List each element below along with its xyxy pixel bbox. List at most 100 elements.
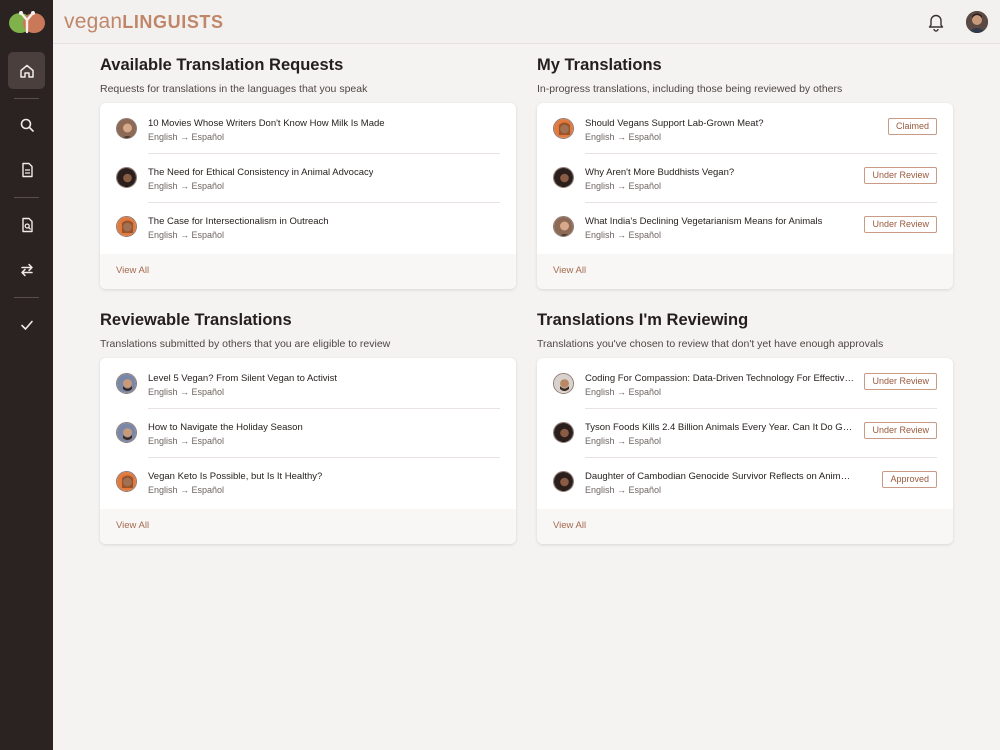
- list-item[interactable]: Daughter of Cambodian Genocide Survivor …: [553, 462, 937, 510]
- item-title: Should Vegans Support Lab-Grown Meat?: [585, 118, 764, 129]
- item-title: Level 5 Vegan? From Silent Vegan to Acti…: [148, 373, 338, 384]
- author-avatar: [116, 373, 137, 394]
- brand-wordmark[interactable]: veganLINGUISTS: [64, 10, 224, 34]
- nav-completed[interactable]: [8, 306, 45, 343]
- item-language-pair: English → Español: [148, 181, 225, 191]
- list-item[interactable]: Level 5 Vegan? From Silent Vegan to Acti…: [116, 364, 500, 412]
- card-available-requests: 10 Movies Whose Writers Don't Know How M…: [100, 103, 516, 289]
- nav-home[interactable]: [8, 52, 45, 89]
- logo-icon: [8, 11, 45, 34]
- list-item[interactable]: The Case for Intersectionalism in Outrea…: [116, 207, 500, 255]
- author-avatar: [553, 373, 574, 394]
- item-language-pair: English → Español: [148, 387, 225, 397]
- view-all-link[interactable]: View All: [116, 520, 149, 531]
- card-translations-reviewing: Coding For Compassion: Data-Driven Techn…: [537, 358, 953, 544]
- section-title-my-translations: My Translations: [537, 56, 662, 74]
- document-icon: [21, 162, 33, 177]
- item-title: Tyson Foods Kills 2.4 Billion Animals Ev…: [585, 422, 855, 433]
- item-title: Daughter of Cambodian Genocide Survivor …: [585, 471, 855, 482]
- row-divider: [585, 153, 937, 154]
- item-language-pair: English → Español: [148, 485, 225, 495]
- nav-divider: [14, 297, 39, 298]
- list-item[interactable]: Why Aren't More Buddhists Vegan? English…: [553, 158, 937, 206]
- search-icon: [20, 118, 34, 132]
- document-search-icon: [21, 217, 33, 232]
- author-avatar: [553, 216, 574, 237]
- status-badge: Claimed: [887, 118, 937, 135]
- check-icon: [20, 320, 33, 330]
- row-divider: [148, 457, 500, 458]
- home-icon: [19, 64, 34, 78]
- author-avatar: [116, 216, 137, 237]
- status-badge: Under Review: [864, 422, 937, 439]
- item-language-pair: English → Español: [585, 181, 662, 191]
- section-title-reviewable: Reviewable Translations: [100, 311, 292, 329]
- item-title: The Need for Ethical Consistency in Anim…: [148, 167, 374, 178]
- item-title: What India's Declining Vegetarianism Mea…: [585, 216, 823, 227]
- item-language-pair: English → Español: [585, 485, 662, 495]
- nav-translations[interactable]: [8, 251, 45, 288]
- author-avatar: [116, 118, 137, 139]
- view-all-link[interactable]: View All: [116, 265, 149, 276]
- list-item[interactable]: Vegan Keto Is Possible, but Is It Health…: [116, 462, 500, 510]
- avatar-image: [966, 11, 988, 33]
- section-subtitle-reviewing: Translations you've chosen to review tha…: [537, 338, 884, 350]
- top-header: veganLINGUISTS: [53, 0, 1000, 44]
- item-title: The Case for Intersectionalism in Outrea…: [148, 216, 329, 227]
- status-badge: Approved: [882, 471, 937, 488]
- card-my-translations: Should Vegans Support Lab-Grown Meat? En…: [537, 103, 953, 289]
- row-divider: [148, 408, 500, 409]
- user-avatar[interactable]: [966, 11, 988, 33]
- list-item[interactable]: What India's Declining Vegetarianism Mea…: [553, 207, 937, 255]
- nav-documents[interactable]: [8, 151, 45, 188]
- card-footer: View All: [537, 509, 953, 544]
- author-avatar: [553, 471, 574, 492]
- view-all-link[interactable]: View All: [553, 520, 586, 531]
- author-avatar: [116, 167, 137, 188]
- author-avatar: [553, 118, 574, 139]
- view-all-link[interactable]: View All: [553, 265, 586, 276]
- item-language-pair: English → Español: [585, 230, 662, 240]
- notification-button[interactable]: [927, 12, 945, 32]
- status-badge: Under Review: [864, 167, 937, 184]
- row-divider: [585, 457, 937, 458]
- row-divider: [585, 408, 937, 409]
- item-language-pair: English → Español: [585, 387, 662, 397]
- status-badge: Under Review: [864, 373, 937, 390]
- item-title: Vegan Keto Is Possible, but Is It Health…: [148, 471, 323, 482]
- list-item[interactable]: The Need for Ethical Consistency in Anim…: [116, 158, 500, 206]
- card-footer: View All: [537, 254, 953, 289]
- item-language-pair: English → Español: [585, 132, 662, 142]
- section-subtitle-reviewable: Translations submitted by others that yo…: [100, 338, 391, 350]
- logo[interactable]: [0, 0, 53, 44]
- section-title-reviewing: Translations I'm Reviewing: [537, 311, 749, 329]
- item-language-pair: English → Español: [148, 132, 225, 142]
- item-title: Coding For Compassion: Data-Driven Techn…: [585, 373, 855, 384]
- list-item[interactable]: 10 Movies Whose Writers Don't Know How M…: [116, 109, 500, 157]
- row-divider: [585, 202, 937, 203]
- section-subtitle-my-translations: In-progress translations, including thos…: [537, 83, 843, 95]
- section-subtitle-available: Requests for translations in the languag…: [100, 83, 368, 95]
- item-language-pair: English → Español: [585, 436, 662, 446]
- swap-icon: [20, 263, 33, 276]
- card-footer: View All: [100, 509, 516, 544]
- row-divider: [148, 153, 500, 154]
- list-item[interactable]: Tyson Foods Kills 2.4 Billion Animals Ev…: [553, 413, 937, 461]
- author-avatar: [116, 422, 137, 443]
- section-title-available: Available Translation Requests: [100, 56, 344, 74]
- nav-search[interactable]: [8, 106, 45, 143]
- nav-divider: [14, 98, 39, 99]
- list-item[interactable]: Should Vegans Support Lab-Grown Meat? En…: [553, 109, 937, 157]
- nav-divider: [14, 197, 39, 198]
- card-footer: View All: [100, 254, 516, 289]
- author-avatar: [116, 471, 137, 492]
- sidebar: [0, 0, 53, 750]
- list-item[interactable]: Coding For Compassion: Data-Driven Techn…: [553, 364, 937, 412]
- list-item[interactable]: How to Navigate the Holiday Season Engli…: [116, 413, 500, 461]
- nav-review[interactable]: [8, 206, 45, 243]
- bell-icon: [928, 14, 944, 32]
- author-avatar: [553, 422, 574, 443]
- row-divider: [148, 202, 500, 203]
- brand-part2: LINGUISTS: [122, 12, 224, 32]
- item-title: How to Navigate the Holiday Season: [148, 422, 303, 433]
